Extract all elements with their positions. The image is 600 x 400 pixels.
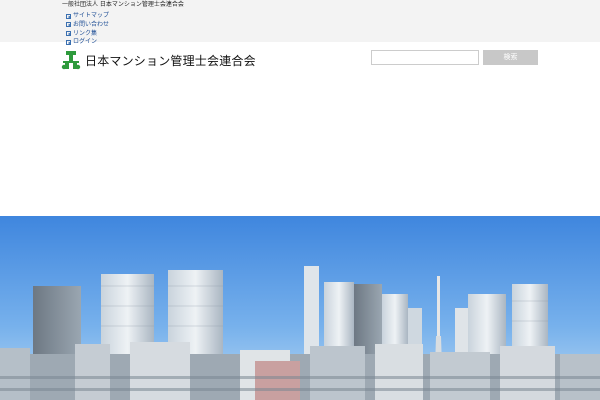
arrow-box-icon [66,22,71,28]
utility-link-sitemap[interactable]: サイトマップ [66,12,109,20]
site-logo[interactable]: 日本マンション管理士会連合会 [60,49,256,71]
utility-link-contact[interactable]: お問い合わせ [66,21,109,29]
site-name: 日本マンション管理士会連合会 [85,53,256,68]
logo-mark-icon [61,51,81,70]
search-button[interactable]: 検索 [483,50,538,65]
utility-links: サイトマップ お問い合わせ リンク集 ログイン [66,12,109,47]
top-utility-bar: 一般社団法人 日本マンション管理士会連合会 サイトマップ お問い合わせ リンク集… [0,0,600,45]
arrow-box-icon [66,31,71,37]
utility-link-links[interactable]: リンク集 [66,30,109,38]
arrow-box-icon [66,39,71,45]
hero-skyline-image [0,216,600,400]
search-input[interactable] [371,50,479,65]
arrow-box-icon [66,13,71,19]
utility-link-login[interactable]: ログイン [66,38,109,46]
site-tagline: 一般社団法人 日本マンション管理士会連合会 [62,1,184,8]
